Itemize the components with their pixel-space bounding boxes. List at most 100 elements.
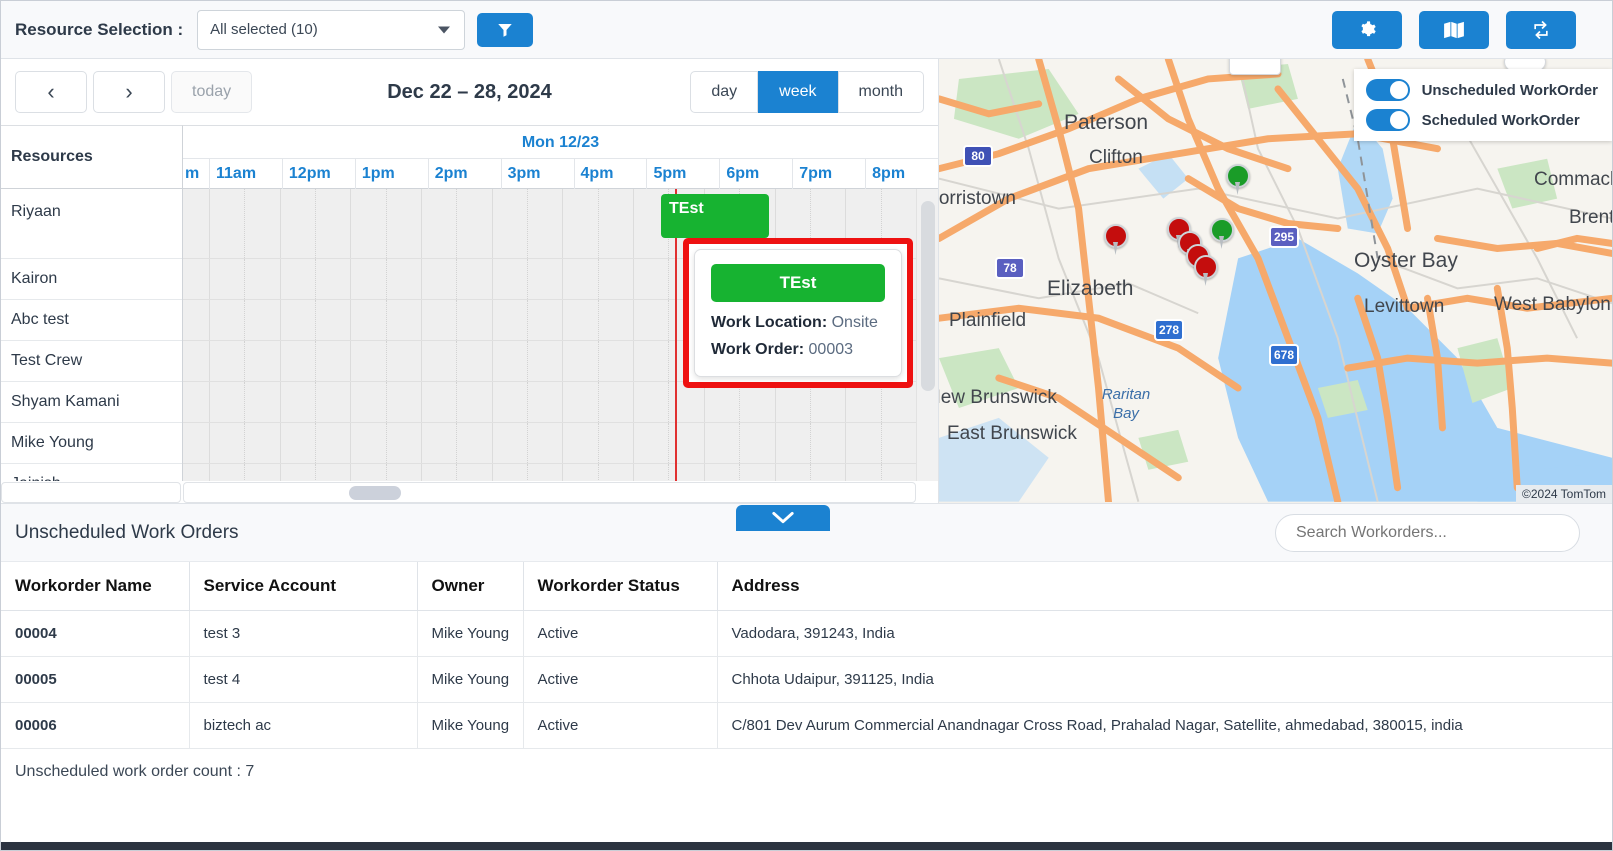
slot-cell[interactable] (279, 464, 315, 481)
slot-cell[interactable] (209, 341, 244, 381)
slot-cell[interactable] (633, 300, 668, 340)
column-address[interactable]: Address (717, 562, 1612, 611)
map-pin-scheduled[interactable] (1210, 218, 1234, 249)
slot-cell[interactable] (527, 423, 562, 463)
slot-cell[interactable] (244, 259, 279, 299)
slot-cell[interactable] (315, 300, 350, 340)
slot-cell[interactable] (633, 382, 668, 422)
search-input[interactable] (1294, 522, 1561, 543)
slot-cell[interactable] (562, 382, 597, 422)
slot-cell[interactable] (527, 464, 562, 481)
slot-cell[interactable] (183, 189, 209, 258)
refresh-button[interactable] (1506, 10, 1576, 49)
slot-cell[interactable] (183, 464, 209, 481)
slot-cell[interactable] (315, 464, 350, 481)
slot-cell[interactable] (562, 423, 597, 463)
slot-cell[interactable] (209, 423, 244, 463)
slot-cell[interactable] (421, 341, 456, 381)
calendar-slot-area[interactable]: TEst TEst Work Location: Onsite Work Ord… (183, 189, 916, 481)
slot-cell[interactable] (845, 382, 880, 422)
slot-cell[interactable] (244, 382, 279, 422)
slot-cell[interactable] (880, 464, 916, 481)
calendar-horizontal-scrollbar[interactable] (183, 482, 916, 503)
slot-cell[interactable] (279, 189, 315, 258)
slot-cell[interactable] (244, 464, 279, 481)
slot-row-5[interactable] (183, 423, 916, 464)
slot-cell[interactable] (456, 464, 491, 481)
calendar-vertical-scroll-thumb[interactable] (921, 201, 935, 391)
slot-cell[interactable] (633, 341, 668, 381)
slot-cell[interactable] (880, 423, 916, 463)
slot-cell[interactable] (597, 423, 633, 463)
slot-cell[interactable] (668, 382, 703, 422)
slot-cell[interactable] (491, 300, 527, 340)
slot-cell[interactable] (209, 259, 244, 299)
slot-cell[interactable] (183, 300, 209, 340)
slot-cell[interactable] (774, 464, 810, 481)
resource-row-1[interactable]: Kairon (1, 259, 182, 300)
slot-cell[interactable] (809, 382, 845, 422)
slot-cell[interactable] (209, 300, 244, 340)
toggle-scheduled-workorder[interactable]: Scheduled WorkOrder (1365, 109, 1598, 131)
slot-cell[interactable] (597, 300, 633, 340)
slot-cell[interactable] (315, 259, 350, 299)
slot-cell[interactable] (527, 341, 562, 381)
slot-cell[interactable] (350, 259, 385, 299)
slot-cell[interactable] (527, 189, 562, 258)
view-day-button[interactable]: day (690, 71, 759, 113)
slot-cell[interactable] (456, 189, 491, 258)
map-toggle-button[interactable] (1419, 10, 1489, 49)
resource-row-0[interactable]: Riyaan (1, 189, 182, 259)
slot-cell[interactable] (350, 341, 385, 381)
slot-cell[interactable] (385, 464, 421, 481)
column-service-account[interactable]: Service Account (189, 562, 418, 611)
slot-cell[interactable] (279, 423, 315, 463)
slot-cell[interactable] (491, 382, 527, 422)
slot-cell[interactable] (279, 341, 315, 381)
slot-cell[interactable] (385, 423, 421, 463)
slot-cell[interactable] (809, 464, 845, 481)
slot-cell[interactable] (597, 189, 633, 258)
map-pin-scheduled[interactable] (1226, 164, 1250, 195)
slot-cell[interactable] (315, 341, 350, 381)
slot-cell[interactable] (315, 423, 350, 463)
slot-cell[interactable] (633, 259, 668, 299)
resource-row-5[interactable]: Mike Young (1, 423, 182, 464)
slot-cell[interactable] (880, 382, 916, 422)
slot-cell[interactable] (739, 423, 774, 463)
today-button[interactable]: today (171, 71, 253, 113)
slot-cell[interactable] (597, 341, 633, 381)
toggle-switch-unscheduled[interactable] (1365, 79, 1410, 101)
slot-cell[interactable] (183, 382, 209, 422)
slot-cell[interactable] (183, 259, 209, 299)
resource-row-3[interactable]: Test Crew (1, 341, 182, 382)
table-row[interactable]: 00004 test 3 Mike Young Active Vadodara,… (1, 610, 1612, 657)
slot-cell[interactable] (456, 423, 491, 463)
slot-cell[interactable] (209, 189, 244, 258)
slot-cell[interactable] (527, 259, 562, 299)
slot-cell[interactable] (597, 464, 633, 481)
slot-cell[interactable] (668, 464, 703, 481)
column-workorder-name[interactable]: Workorder Name (1, 562, 190, 611)
slot-cell[interactable] (562, 341, 597, 381)
resource-select[interactable]: All selected (10) (197, 9, 466, 50)
filter-button[interactable] (477, 12, 534, 47)
slot-cell[interactable] (456, 300, 491, 340)
slot-cell[interactable] (703, 464, 739, 481)
collapse-panel-button[interactable] (736, 505, 830, 531)
slot-cell[interactable] (562, 259, 597, 299)
slot-cell[interactable] (421, 300, 456, 340)
slot-cell[interactable] (350, 464, 385, 481)
event-popup[interactable]: TEst Work Location: Onsite Work Order: 0… (694, 249, 902, 377)
map-zoom-control[interactable] (1229, 59, 1281, 75)
slot-cell[interactable] (562, 300, 597, 340)
slot-cell[interactable] (668, 423, 703, 463)
slot-cell[interactable] (456, 259, 491, 299)
calendar-vertical-scrollbar[interactable] (916, 189, 938, 481)
calendar-event-test[interactable]: TEst (661, 194, 769, 238)
slot-cell[interactable] (315, 382, 350, 422)
slot-cell[interactable] (739, 464, 774, 481)
slot-cell[interactable] (491, 464, 527, 481)
slot-cell[interactable] (491, 189, 527, 258)
slot-cell[interactable] (350, 189, 385, 258)
